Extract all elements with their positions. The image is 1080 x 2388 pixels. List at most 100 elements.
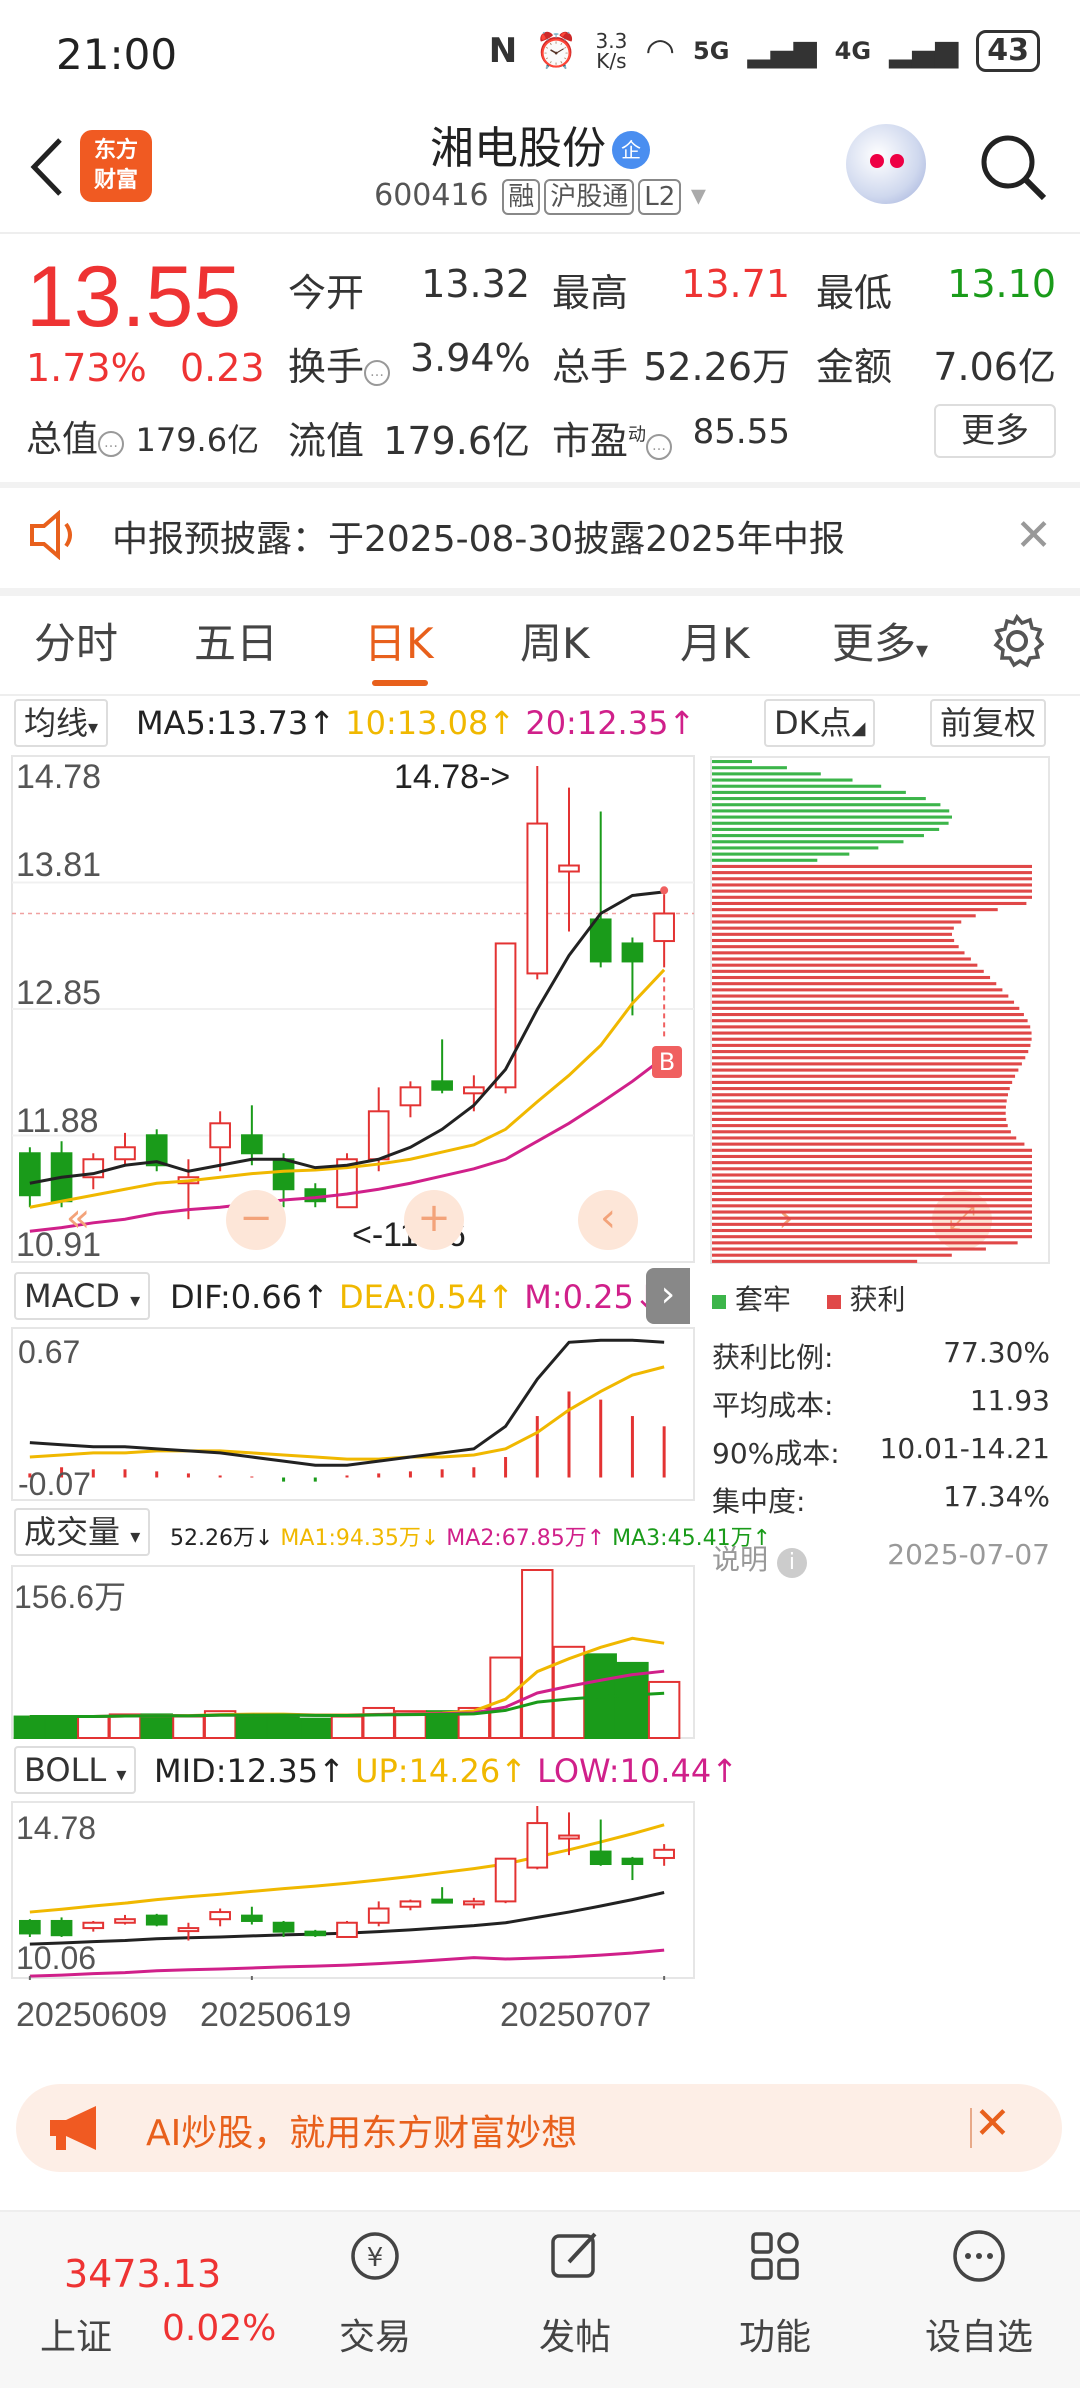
- ma-selector[interactable]: 均线▾: [14, 699, 109, 747]
- y-label: 12.85: [16, 974, 102, 1012]
- chip-bar: [712, 1130, 1011, 1134]
- assistant-robot-icon[interactable]: [846, 124, 926, 204]
- candle: [589, 918, 612, 963]
- macd-selector[interactable]: MACD ▾: [14, 1272, 151, 1320]
- tab-five-day[interactable]: 五日: [194, 610, 278, 671]
- tab-monthly-k[interactable]: 月K: [680, 610, 750, 671]
- boll-candle: [114, 1918, 136, 1924]
- candle: [463, 1086, 485, 1095]
- tab-weekly-k[interactable]: 周K: [520, 610, 590, 671]
- adjust-selector[interactable]: 前复权: [930, 699, 1047, 747]
- chip-bar: [712, 1210, 1032, 1214]
- chip-legend: 套牢 获利: [712, 1278, 905, 1318]
- chip-bar: [712, 790, 906, 794]
- amount-value: 7.06亿: [933, 345, 1056, 389]
- boll-candle: [19, 1919, 41, 1935]
- market-cap-value: 179.6亿: [135, 421, 260, 459]
- chip-bar: [712, 784, 882, 788]
- tab-more[interactable]: 更多▾: [832, 610, 928, 671]
- svg-text:¥: ¥: [367, 2243, 384, 2273]
- volume-bar: [235, 1713, 269, 1739]
- chip-distribution-chart: [710, 756, 1050, 1264]
- chip-bar: [712, 1228, 1032, 1233]
- high-label: 最高: [552, 271, 629, 315]
- index-value[interactable]: 3473.13: [64, 2252, 221, 2296]
- boll-selector[interactable]: BOLL ▾: [14, 1746, 137, 1794]
- signal-icon: ▂▄▆: [889, 33, 959, 69]
- ad-banner[interactable]: AI炒股，就用东方财富妙想 ✕: [16, 2084, 1062, 2172]
- expand-panel-icon[interactable]: ›: [646, 1268, 690, 1324]
- chip-bar: [712, 1142, 1025, 1146]
- edit-icon: [551, 2232, 597, 2278]
- open-label: 今开: [288, 271, 365, 315]
- amount-label: 金额: [816, 345, 893, 389]
- boll-candle: [145, 1914, 168, 1926]
- chip-bar: [712, 988, 1003, 992]
- enterprise-badge: 企: [612, 131, 650, 169]
- tab-daily-k[interactable]: 日K: [364, 610, 434, 671]
- scroll-left-icon[interactable]: «: [48, 1190, 108, 1250]
- high-value: 13.71: [681, 262, 790, 306]
- candle: [526, 822, 549, 975]
- close-icon[interactable]: ✕: [974, 2098, 1011, 2149]
- macd-values: DIF:0.66↑ DEA:0.54↑ M:0.25↓: [170, 1278, 661, 1316]
- candle: [494, 942, 517, 1089]
- chip-bar: [712, 994, 1009, 998]
- boll-candle: [431, 1898, 453, 1904]
- volume-bar: [362, 1706, 395, 1739]
- tag-l2: L2: [638, 179, 682, 215]
- ad-text: AI炒股，就用东方财富妙想: [146, 2113, 578, 2154]
- gear-icon[interactable]: [990, 614, 1044, 668]
- volume-selector[interactable]: 成交量 ▾: [14, 1508, 151, 1556]
- chip-bar: [712, 1031, 1032, 1035]
- info-icon[interactable]: …: [646, 434, 673, 460]
- volume-bar: [299, 1717, 332, 1739]
- signal-icon: ▂▄▆: [747, 33, 817, 69]
- info-icon[interactable]: …: [364, 360, 391, 386]
- chip-bar: [712, 1148, 1032, 1152]
- chip-bar: [712, 1093, 1008, 1097]
- wifi-icon: ◠: [645, 31, 675, 71]
- chip-bar: [712, 1222, 1032, 1226]
- change-percent: 1.73%: [26, 346, 147, 390]
- alarm-icon: ⏰: [535, 31, 578, 71]
- zoom-in-icon[interactable]: +: [404, 1190, 464, 1250]
- chip-bar: [712, 1111, 1006, 1115]
- boll-candle: [558, 1834, 580, 1840]
- close-icon[interactable]: ✕: [1015, 510, 1052, 561]
- period-tabs: 分时 五日 日K 周K 月K 更多▾: [0, 596, 1080, 686]
- notice-bar[interactable]: 中报预披露：于2025-08-30披露2025年中报 ✕: [0, 488, 1080, 584]
- more-button[interactable]: 更多: [934, 404, 1056, 458]
- index-name[interactable]: 上证: [40, 2308, 112, 2360]
- search-icon[interactable]: [976, 130, 1048, 202]
- low-value: 13.10: [947, 262, 1056, 306]
- speaker-icon: [30, 510, 72, 560]
- candle: [241, 1134, 263, 1155]
- index-pct[interactable]: 0.02%: [162, 2308, 276, 2349]
- status-bar: 21:00 N ⏰ 3.3 K/s ◠ 5G ▂▄▆ 4G ▂▄▆ 43: [0, 0, 1080, 110]
- volume-y-top: 156.6万: [14, 1579, 127, 1615]
- tab-intraday[interactable]: 分时: [34, 610, 118, 671]
- chip-bar: [712, 1019, 1028, 1023]
- current-dot: [660, 886, 669, 895]
- chevron-down-icon[interactable]: ▾: [691, 178, 706, 213]
- zoom-out-icon[interactable]: −: [226, 1190, 286, 1250]
- boll-candle: [177, 1927, 200, 1933]
- chip-bar: [712, 920, 962, 924]
- notice-text: 中报预披露：于2025-08-30披露2025年中报: [112, 519, 845, 560]
- stock-name: 湘电股份: [430, 123, 606, 174]
- prev-icon[interactable]: ‹: [578, 1190, 638, 1250]
- dk-point-selector[interactable]: DK点◢: [764, 699, 876, 747]
- chip-bar: [712, 895, 1032, 899]
- macd-y-top: 0.67: [18, 1334, 81, 1370]
- candle: [399, 1086, 422, 1107]
- chip-bar: [712, 1161, 1032, 1165]
- date-label: 20250619: [200, 1996, 352, 2034]
- info-icon[interactable]: …: [98, 431, 125, 457]
- boll-candle: [463, 1900, 485, 1906]
- boll-candle: [621, 1857, 644, 1866]
- chip-bar: [712, 945, 959, 949]
- candle: [114, 1146, 136, 1161]
- megaphone-icon: [50, 2106, 96, 2150]
- chip-bar: [712, 1050, 1029, 1054]
